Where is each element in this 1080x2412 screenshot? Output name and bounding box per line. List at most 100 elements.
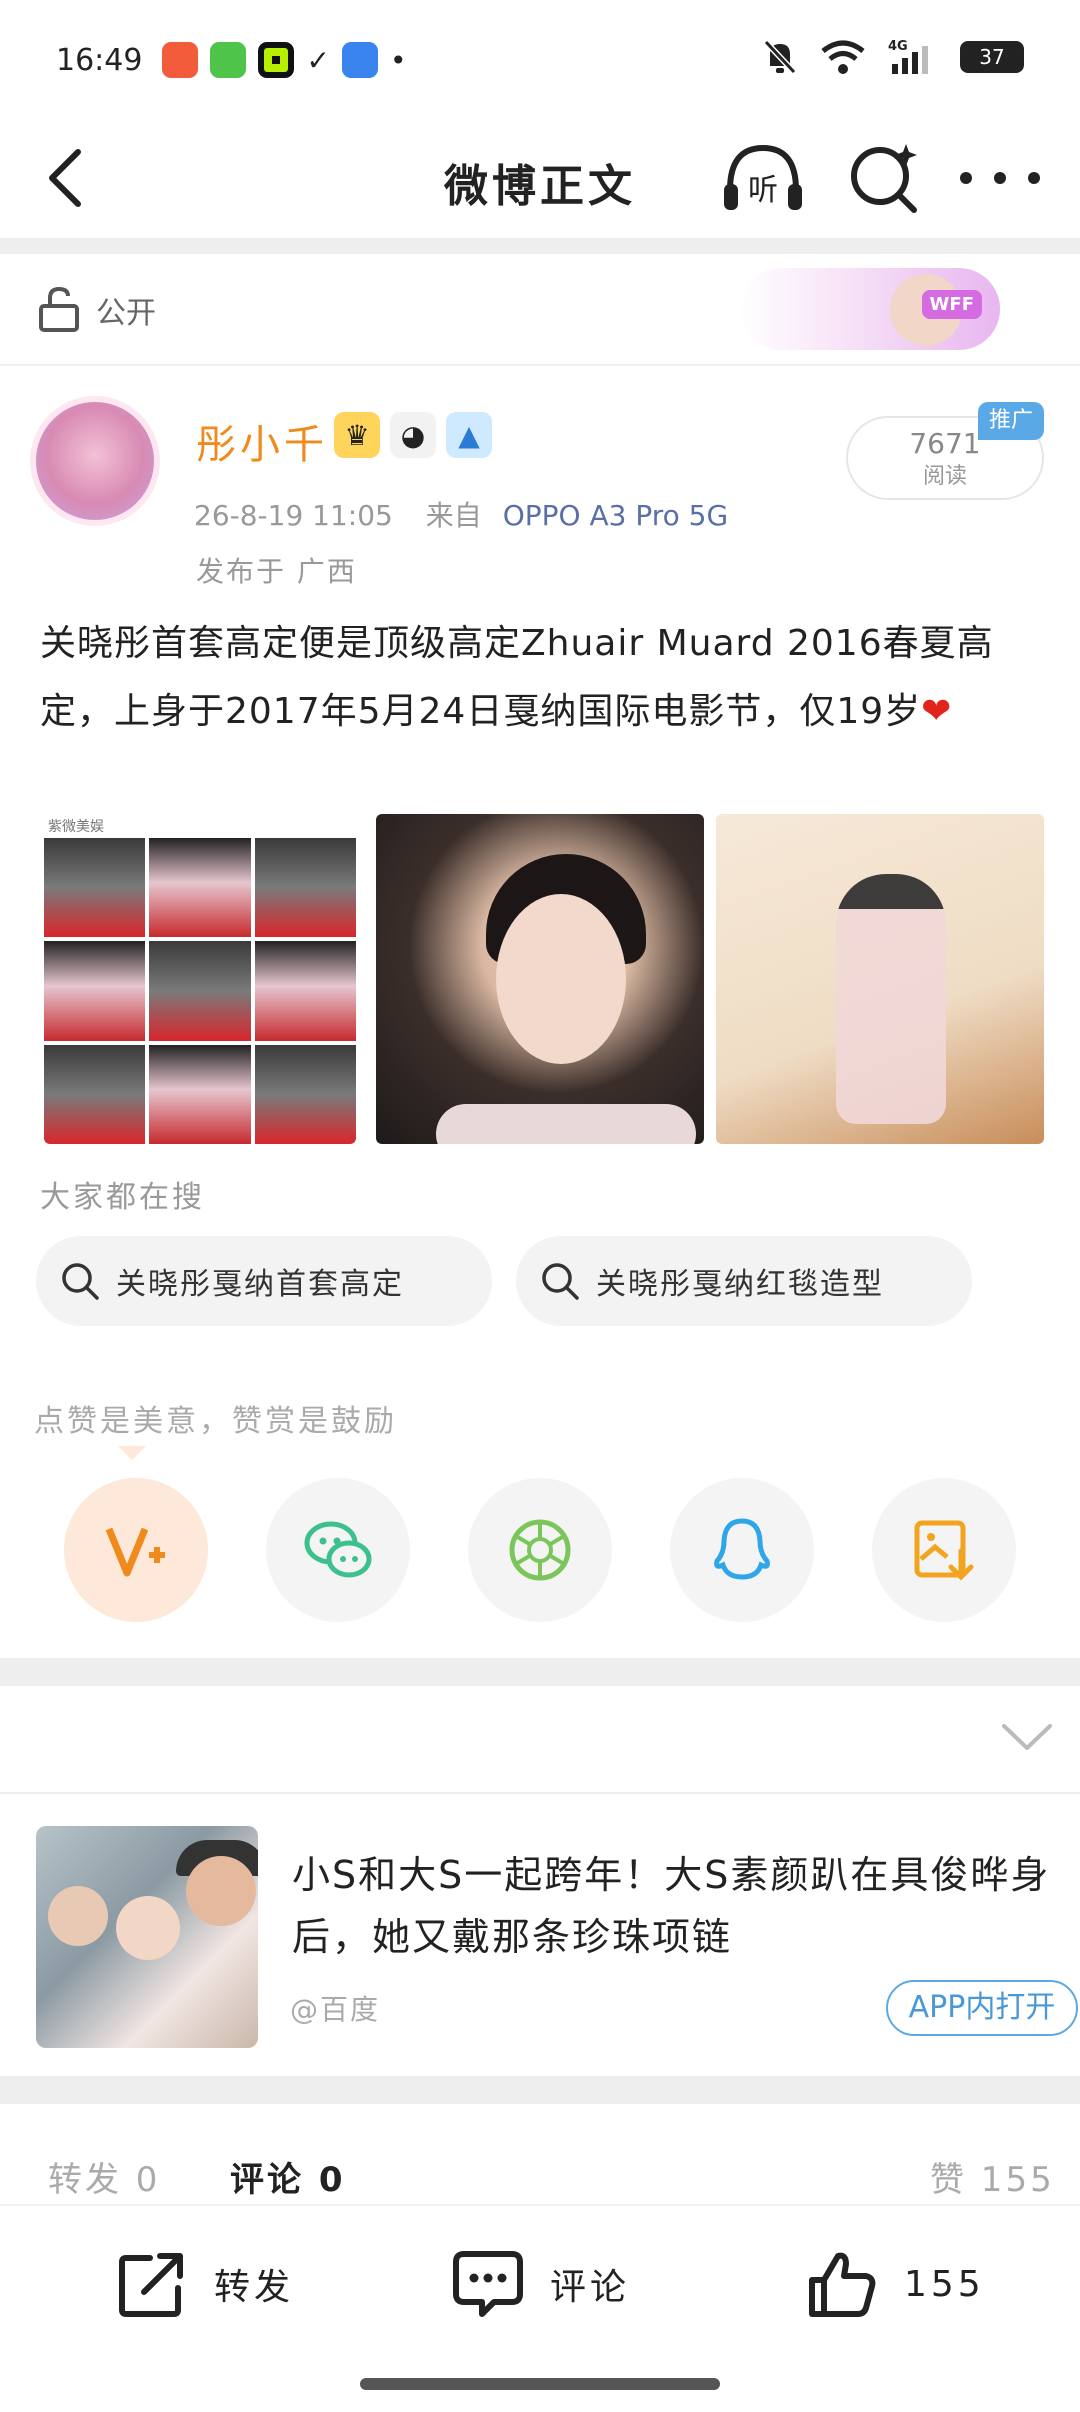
photo-person — [48, 1886, 108, 1946]
collage-cell — [44, 1044, 146, 1144]
collage-cell — [44, 838, 146, 938]
v-plus-button[interactable] — [64, 1478, 208, 1622]
recommend-thumbnail[interactable] — [36, 1826, 258, 2048]
open-in-app-button[interactable]: APP内打开 — [886, 1980, 1078, 2036]
from-label: 来自 — [425, 499, 482, 532]
search-chip[interactable]: 关晓彤戛纳首套高定 — [36, 1236, 492, 1326]
photo-figure — [836, 874, 946, 1124]
signal-icon: 4G — [888, 39, 928, 74]
like-button[interactable]: 155 — [806, 2206, 985, 2362]
keep-app-icon — [258, 42, 295, 78]
save-image-icon — [914, 1520, 974, 1581]
dot-icon — [1028, 172, 1040, 184]
visibility-row: 公开 WFF — [0, 256, 1080, 364]
home-indicator[interactable] — [360, 2378, 720, 2390]
wechat-icon — [304, 1521, 372, 1578]
message-app-icon — [210, 42, 247, 78]
search-chip-label: 关晓彤戛纳红毯造型 — [596, 1267, 884, 1302]
wifi-icon — [821, 40, 865, 74]
comment-button[interactable]: 评论 — [452, 2206, 630, 2362]
collage-cell — [254, 1044, 356, 1144]
share-arrow-icon — [119, 2253, 183, 2317]
search-icon — [542, 1263, 579, 1300]
collage-cell — [254, 838, 356, 938]
status-time: 16:49 — [56, 42, 143, 78]
chevron-down-icon[interactable] — [1000, 1720, 1054, 1754]
search-chip[interactable]: 关晓彤戛纳红毯造型 — [516, 1236, 972, 1326]
collage-cell — [254, 941, 356, 1041]
status-app-icons: ✓ • — [162, 42, 406, 78]
mute-bell-icon — [763, 39, 797, 75]
author-badges: ♛ ◕ ▲ — [334, 412, 492, 458]
like-count: 155 — [904, 2263, 985, 2305]
more-options-button[interactable] — [960, 156, 1040, 200]
post-location: 发布于 广西 — [196, 555, 357, 588]
like-count-tab[interactable]: 赞 155 — [930, 2152, 1055, 2201]
comment-bubble-icon — [453, 2251, 523, 2317]
moments-icon — [509, 1519, 571, 1581]
recommend-title[interactable]: 小S和大S一起跨年！大S素颜趴在具俊晔身后，她又戴那条珍珠项链 — [292, 1844, 1072, 1968]
unlock-icon — [39, 286, 79, 332]
collage-cell — [149, 1044, 251, 1144]
photo-face — [496, 894, 626, 1064]
search-section-title: 大家都在搜 — [40, 1180, 205, 1215]
section-divider — [0, 238, 1080, 254]
more-notifications-icon: • — [389, 43, 407, 77]
calendar-app-icon — [341, 42, 378, 78]
dot-icon — [994, 172, 1006, 184]
visibility-label: 公开 — [96, 296, 156, 331]
photo-person — [116, 1896, 180, 1960]
network-type-label: 4G — [888, 39, 908, 54]
status-indicators: 4G 37 — [762, 38, 1024, 76]
reads-label: 阅读 — [922, 464, 967, 489]
post-device[interactable]: OPPO A3 Pro 5G — [503, 499, 728, 532]
dot-icon — [960, 172, 972, 184]
comment-count-tab[interactable]: 评论 0 — [230, 2152, 346, 2201]
search-icon — [62, 1263, 99, 1300]
app-notification-icon — [162, 42, 199, 78]
top-nav: 微博正文 听 — [0, 120, 1080, 236]
collage-cell — [44, 941, 146, 1041]
photo-person — [186, 1856, 256, 1926]
post-image-1[interactable]: 紫微美娱 — [44, 814, 356, 1144]
moments-share-button[interactable] — [468, 1478, 612, 1622]
promo-banner[interactable]: WFF — [740, 268, 1000, 350]
section-divider — [0, 2076, 1080, 2104]
listen-label: 听 — [748, 173, 778, 208]
collage-cell — [149, 838, 251, 938]
repost-count-tab[interactable]: 转发 0 — [48, 2152, 160, 2201]
v-plus-icon — [105, 1527, 165, 1577]
status-bar: 16:49 ✓ • 4G 37 — [0, 0, 1080, 120]
tip-pointer-icon — [118, 1446, 146, 1460]
search-icon[interactable] — [846, 140, 922, 216]
divider — [0, 1792, 1080, 1794]
wechat-share-button[interactable] — [266, 1478, 410, 1622]
repost-button[interactable]: 转发 — [116, 2206, 294, 2362]
photo-dress — [436, 1104, 696, 1144]
qq-share-button[interactable] — [670, 1478, 814, 1622]
comment-label: 评论 — [550, 2267, 631, 2308]
crown-badge-icon[interactable]: ♛ — [334, 412, 380, 458]
recommend-source: @百度 — [290, 1993, 381, 2026]
post-image-2[interactable] — [376, 814, 704, 1144]
image-watermark: 紫微美娱 — [48, 819, 104, 835]
post-image-3[interactable] — [716, 814, 1044, 1144]
avatar[interactable] — [30, 396, 160, 526]
post-meta: 26-8-19 11:05 来自 OPPO A3 Pro 5G — [194, 494, 728, 534]
save-image-button[interactable] — [872, 1478, 1016, 1622]
promo-banner-tag: WFF — [921, 290, 982, 319]
panda-badge-icon[interactable]: ◕ — [390, 412, 436, 458]
bottom-toolbar: 转发 评论 155 — [0, 2204, 1080, 2360]
section-divider — [0, 1658, 1080, 1686]
listen-headphones-icon[interactable]: 听 — [718, 138, 808, 218]
repost-label: 转发 — [214, 2267, 295, 2308]
check-icon: ✓ — [306, 43, 330, 77]
shark-badge-icon[interactable]: ▲ — [446, 412, 492, 458]
tip-text: 点赞是美意，赞赏是鼓励 — [34, 1404, 397, 1439]
search-chip-label: 关晓彤戛纳首套高定 — [116, 1267, 404, 1302]
author-name[interactable]: 彤小千 — [196, 412, 328, 470]
divider — [0, 364, 1080, 366]
thumbs-up-icon — [809, 2252, 876, 2317]
collage-cell — [149, 941, 251, 1041]
promo-tag: 推广 — [978, 402, 1044, 440]
